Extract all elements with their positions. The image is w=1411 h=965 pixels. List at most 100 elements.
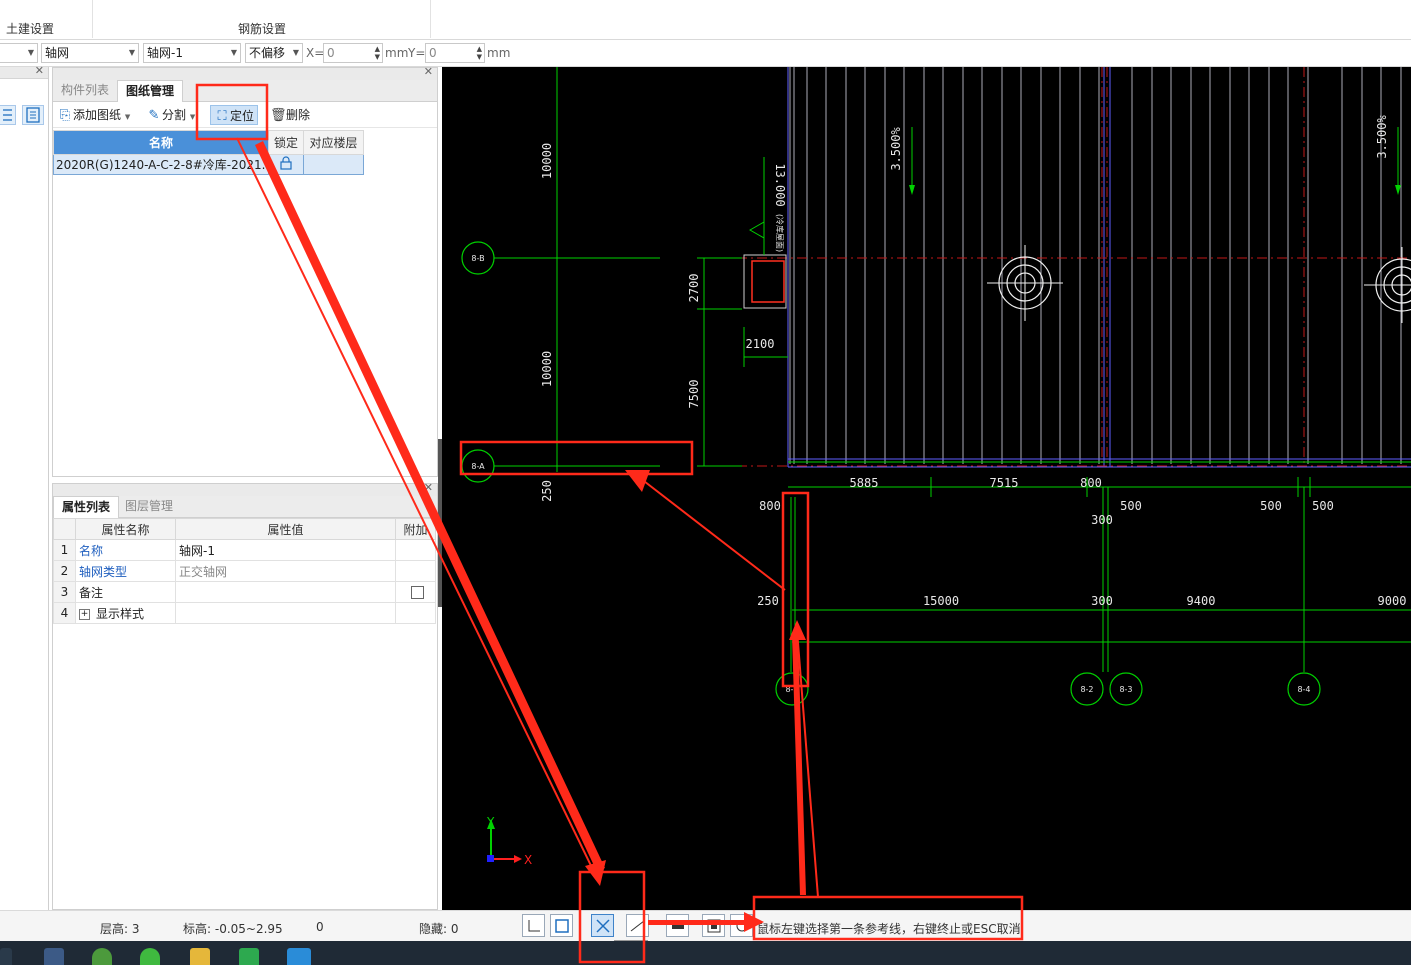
snap-perpendicular-button[interactable]: [522, 914, 545, 937]
locate-icon: ⛶: [217, 109, 227, 124]
dimension-label: 800: [1080, 476, 1102, 490]
property-name: 显示样式: [96, 606, 145, 621]
ucs-x-label: X: [524, 853, 532, 867]
text-app-icon[interactable]: [287, 948, 311, 965]
expand-icon[interactable]: +: [79, 608, 90, 620]
combo-left-partial[interactable]: ▼: [0, 43, 38, 63]
property-value[interactable]: 正交轴网: [175, 560, 396, 582]
attach-checkbox[interactable]: [410, 586, 424, 599]
dimension-label: 2100: [746, 337, 775, 351]
cad-canvas[interactable]: .g { stroke: #00d000; stroke-width: 1; f…: [442, 67, 1411, 910]
row-number: 3: [53, 581, 76, 603]
attach-cell: [395, 539, 436, 561]
midpoint-icon: [630, 920, 645, 932]
delete-button[interactable]: 🗑删除: [270, 105, 310, 125]
y-offset-input[interactable]: 0 ▲ ▼: [425, 43, 485, 63]
property-name: 名称: [75, 539, 176, 561]
table-row[interactable]: 3 备注: [53, 581, 436, 603]
table-row[interactable]: 4 + 显示样式: [53, 602, 436, 624]
tab-layer-management[interactable]: 图层管理: [117, 496, 181, 518]
dropdown-arrow-icon: ▼: [27, 48, 34, 57]
snap-extra-button[interactable]: [730, 914, 753, 937]
axis-type-select[interactable]: 轴网 ▼: [41, 43, 139, 63]
property-panel-tabs: 属性列表 图层管理: [53, 496, 437, 518]
property-value[interactable]: 轴网-1: [175, 539, 396, 561]
locate-button[interactable]: ⛶ 定位: [210, 105, 259, 125]
lock-cell[interactable]: [268, 154, 304, 175]
snap-extra-icon: [736, 920, 748, 932]
dimension-label: 500: [1120, 499, 1142, 513]
drawing-name-cell[interactable]: 2020R(G)1240-A-C-2-8#冷库-2021...: [53, 154, 269, 175]
start-menu-icon[interactable]: [0, 948, 12, 965]
add-drawing-button[interactable]: ⎘ 添加图纸 ▼: [57, 105, 130, 125]
ribbon-group-rebar-settings[interactable]: 钢筋设置: [238, 20, 286, 37]
add-drawing-icon: ⎘: [59, 108, 71, 123]
x-unit-label: mm: [385, 46, 409, 60]
ribbon: 土建设置 钢筋设置: [0, 0, 1411, 40]
snap-intersection-button[interactable]: [591, 914, 614, 937]
ribbon-group-civil-settings[interactable]: 土建设置: [6, 20, 54, 37]
red-center-lines: [737, 67, 1411, 467]
snap-grid-button[interactable]: [702, 914, 725, 937]
split-button[interactable]: ✎ 分割 ▼: [146, 105, 196, 125]
row-number: 1: [53, 539, 76, 561]
list-view-icon[interactable]: [0, 105, 16, 125]
pen-app-icon[interactable]: [44, 948, 64, 965]
slope-arrows: 3.500% 3.500%: [889, 115, 1401, 195]
dimension-label: 7500: [687, 380, 701, 409]
rotated-note: (冷库屋面): [775, 214, 785, 252]
axis-label-8-1: 8-1: [785, 685, 798, 694]
axis-name-select[interactable]: 轴网-1 ▼: [143, 43, 241, 63]
ucs-icon: Y X: [486, 815, 532, 867]
dimension-label: 9400: [1187, 594, 1216, 608]
lock-icon[interactable]: [279, 156, 293, 173]
spin-arrows-icon[interactable]: ▲ ▼: [477, 45, 482, 61]
table-row[interactable]: 2020R(G)1240-A-C-2-8#冷库-2021...: [53, 154, 364, 175]
cad-drawing[interactable]: .g { stroke: #00d000; stroke-width: 1; f…: [442, 67, 1411, 910]
table-row[interactable]: 1 名称 轴网-1: [53, 539, 436, 561]
dimension-label: 500: [1312, 499, 1334, 513]
wechat-icon[interactable]: [140, 948, 160, 965]
small-room-outline: 13.000 (冷库屋面): [743, 157, 787, 309]
browser-icon[interactable]: [92, 948, 112, 965]
perpendicular-icon: [528, 920, 540, 932]
tab-property-list[interactable]: 属性列表: [53, 496, 120, 518]
column-header-lock[interactable]: 锁定: [268, 130, 304, 155]
wps-icon[interactable]: [239, 948, 259, 965]
snap-midpoint-button[interactable]: [626, 914, 649, 937]
panel-header: ✕: [53, 65, 437, 80]
offset-select[interactable]: 不偏移 ▼: [245, 43, 303, 63]
attach-cell: [395, 581, 436, 603]
property-value[interactable]: [175, 581, 396, 603]
ribbon-divider: [430, 0, 431, 38]
offset-value: 不偏移: [249, 46, 286, 60]
tab-component-list[interactable]: 构件列表: [53, 80, 117, 102]
dimension-texts: 10000 10000 250 2700 7500 2100 5885 7515…: [540, 143, 1406, 608]
attach-cell: [395, 560, 436, 582]
slope-label: 3.500%: [889, 127, 903, 171]
close-icon[interactable]: ✕: [424, 481, 433, 494]
axis-label-8-a: 8-A: [471, 462, 485, 471]
close-icon[interactable]: ✕: [35, 64, 44, 77]
column-header-name[interactable]: 名称: [53, 130, 269, 155]
property-value[interactable]: [175, 602, 396, 624]
close-icon[interactable]: ✕: [424, 65, 433, 78]
detail-view-icon[interactable]: [22, 105, 44, 125]
column-header-floor[interactable]: 对应楼层: [303, 130, 364, 155]
elevation-label: 13.000: [773, 163, 787, 206]
snap-endpoint-button[interactable]: [550, 914, 573, 937]
folder-icon[interactable]: [190, 948, 210, 965]
dimension-label: 10000: [540, 351, 554, 387]
dimension-label: 300: [1091, 594, 1113, 608]
spin-arrows-icon[interactable]: ▲ ▼: [375, 45, 380, 61]
floor-cell[interactable]: [303, 154, 364, 175]
x-offset-input[interactable]: 0 ▲ ▼: [323, 43, 383, 63]
table-row[interactable]: 2 轴网类型 正交轴网: [53, 560, 436, 582]
command-hint: 鼠标左键选择第一条参考线，右键终止或ESC取消: [757, 922, 1021, 936]
axis-label-8-3: 8-3: [1119, 685, 1132, 694]
add-drawing-label: 添加图纸: [73, 108, 122, 122]
tab-drawing-management[interactable]: 图纸管理: [117, 80, 184, 102]
snap-center-button[interactable]: [666, 914, 689, 937]
property-table: 属性名称 属性值 附加 1 名称 轴网-1 2 轴网类型 正交轴网 3 备注 4…: [53, 518, 436, 624]
dimension-label: 250: [757, 594, 779, 608]
